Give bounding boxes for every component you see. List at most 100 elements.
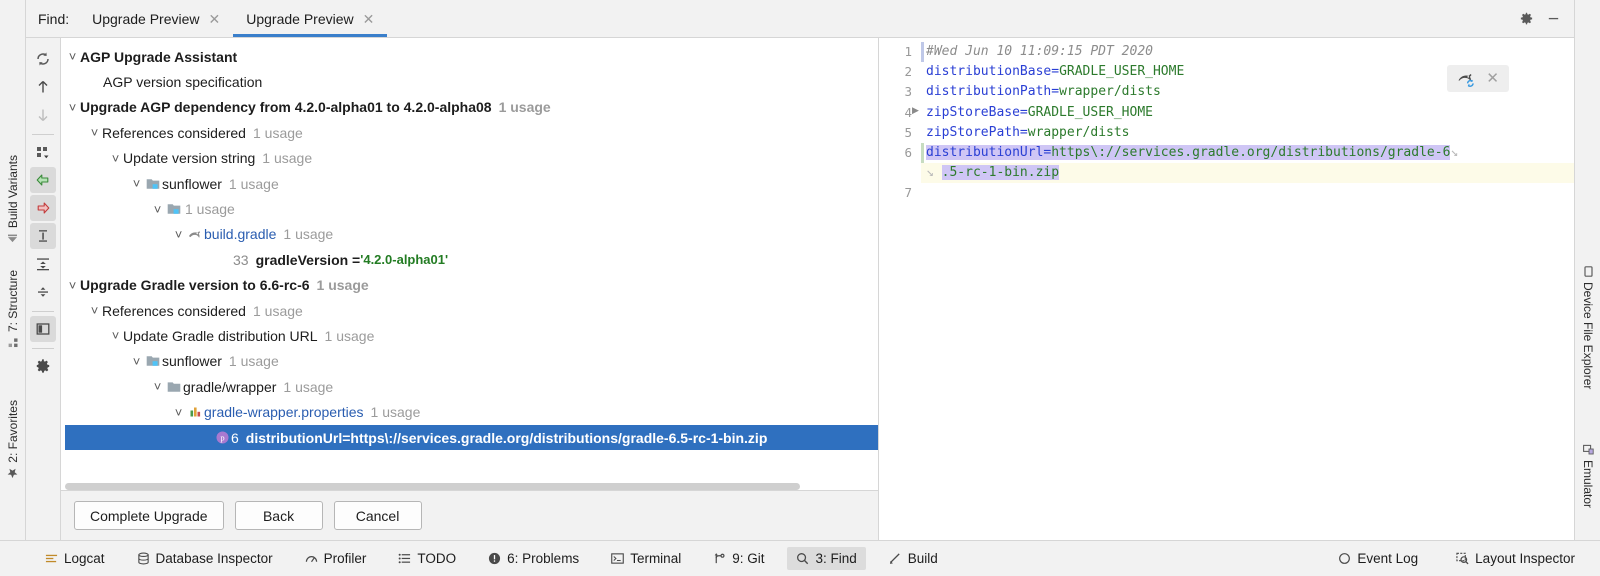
tree-row-references-considered-1[interactable]: ˅ References considered 1 usage [61,120,878,145]
close-icon[interactable]: ✕ [209,12,221,26]
tree-row-build-gradle[interactable]: ˅ build.gradle 1 usage [61,222,878,247]
tree-row-update-gradle-distribution-url[interactable]: ˅ Update Gradle distribution URL 1 usage [61,323,878,348]
preview-usages-icon[interactable] [30,316,56,342]
status-item-profiler[interactable]: Profiler [296,547,376,570]
chevron-down-icon[interactable]: ˅ [87,303,102,318]
chevron-down-icon[interactable]: ˅ [129,176,144,191]
chevron-down-icon[interactable]: ˅ [171,227,186,242]
usage-preview-editor[interactable]: 1 2 3 4 5 6 7 ▶ #Wed Jun 10 11:09:15 PDT… [880,38,1574,540]
usage-count: 1 usage [499,99,551,115]
expand-all-icon[interactable] [30,251,56,277]
sidebar-label: Device File Explorer [1581,282,1595,389]
sidebar-item-favorites[interactable]: 2: Favorites [0,400,26,483]
chevron-down-icon[interactable]: ˅ [65,100,80,115]
gear-icon[interactable] [1519,11,1534,26]
status-item-build[interactable]: Build [880,547,947,570]
tree-row-references-considered-2[interactable]: ˅ References considered 1 usage [61,298,878,323]
chevron-down-icon[interactable]: ˅ [129,354,144,369]
show-write-access-icon[interactable] [30,195,56,221]
status-item-problems[interactable]: 6: Problems [479,547,588,570]
back-button[interactable]: Back [235,501,323,530]
left-tool-stripe: Build Variants 7: Structure 2: Favorites [0,0,26,576]
rerun-search-icon[interactable] [30,46,56,72]
chevron-down-icon[interactable]: ˅ [171,405,186,420]
previous-occurrence-icon[interactable] [30,74,56,100]
status-item-logcat[interactable]: Logcat [36,547,114,570]
sidebar-item-device-file-explorer[interactable]: Device File Explorer [1575,262,1600,389]
tree-horizontal-scrollbar[interactable] [65,483,878,490]
code-line-7 [921,183,1574,203]
code-key: zipStorePath= [926,125,1028,140]
usage-count: 1 usage [229,176,279,192]
status-item-label: Event Log [1357,551,1418,566]
git-icon [713,552,726,565]
dialog-button-bar: Complete Upgrade Back Cancel [61,490,878,540]
code-line-6-wrap: ↘ .5-rc-1-bin.zip [921,163,1574,183]
code-value: wrapper/dists [1059,84,1161,99]
tree-row-label[interactable]: build.gradle [204,226,276,242]
line-number: 33 [233,252,249,268]
toolbar-divider [32,134,54,135]
tree-row-module-sunflower-1[interactable]: ˅ sunflower 1 usage [61,171,878,196]
tree-row-gradle-wrapper-properties[interactable]: ˅ gradle-wrapper.properties 1 usage [61,399,878,424]
tree-row-upgrade-gradle-version[interactable]: ˅ Upgrade Gradle version to 6.6-rc-6 1 u… [61,273,878,298]
sidebar-label: 2: Favorites [6,400,20,463]
tree-row-folder-gradle-wrapper[interactable]: ˅ gradle/wrapper 1 usage [61,374,878,399]
sidebar-label: 7: Structure [6,270,20,332]
tree-row-label[interactable]: gradle-wrapper.properties [204,404,364,420]
line-number: 7 [880,183,921,203]
cancel-button[interactable]: Cancel [334,501,422,530]
chevron-down-icon[interactable]: ˅ [150,379,165,394]
tree-row-upgrade-agp-dependency[interactable]: ˅ Upgrade AGP dependency from 4.2.0-alph… [61,95,878,120]
code-line-6: distributionUrl=https\://services.gradle… [921,143,1574,163]
tree-row-label: AGP version specification [103,74,262,90]
usages-tree[interactable]: ˅ AGP Upgrade Assistant AGP version spec… [61,38,878,482]
status-item-label: TODO [417,551,456,566]
status-item-event-log[interactable]: Event Log [1329,547,1427,570]
minimize-icon[interactable] [1546,11,1561,26]
module-icon [165,202,183,216]
show-usages-info-icon[interactable] [30,223,56,249]
usage-count: 1 usage [253,303,303,319]
status-item-layout-inspector[interactable]: Layout Inspector [1447,547,1584,570]
chevron-down-icon[interactable]: ˅ [65,49,80,64]
tree-row-update-version-string[interactable]: ˅ Update version string 1 usage [61,146,878,171]
tab-upgrade-preview-2[interactable]: Upgrade Preview ✕ [233,0,387,37]
chevron-down-icon[interactable]: ˅ [108,151,123,166]
status-item-find[interactable]: 3: Find [787,547,865,570]
gradle-sync-icon[interactable] [1457,71,1476,87]
group-by-icon[interactable] [30,139,56,165]
tab-upgrade-preview-1[interactable]: Upgrade Preview ✕ [79,0,233,37]
chevron-down-icon[interactable]: ˅ [65,278,80,293]
find-label: Find: [26,0,79,37]
wrap-indicator-icon: ↘ [1450,145,1458,160]
chevron-down-icon[interactable]: ˅ [150,202,165,217]
status-item-todo[interactable]: TODO [389,547,465,570]
usages-tree-pane: ˅ AGP Upgrade Assistant AGP version spec… [61,38,879,540]
settings-icon[interactable] [30,353,56,379]
collapse-all-icon[interactable] [30,279,56,305]
chevron-down-icon[interactable]: ˅ [87,125,102,140]
status-item-database-inspector[interactable]: Database Inspector [128,547,282,570]
tree-row-module-root[interactable]: ˅ 1 usage [61,196,878,221]
next-occurrence-icon[interactable] [30,102,56,128]
tree-row-module-sunflower-2[interactable]: ˅ sunflower 1 usage [61,349,878,374]
tree-row-usage-gradle-version[interactable]: 33 gradleVersion = '4.2.0-alpha01' [61,247,878,272]
tree-row-agp-upgrade-assistant[interactable]: ˅ AGP Upgrade Assistant [61,44,878,69]
fold-marker-icon[interactable]: ▶ [912,100,921,120]
status-item-git[interactable]: 9: Git [704,547,773,570]
editor-code-area[interactable]: #Wed Jun 10 11:09:15 PDT 2020 distributi… [921,38,1574,540]
chevron-down-icon[interactable]: ˅ [108,328,123,343]
sidebar-item-structure[interactable]: 7: Structure [0,270,26,352]
complete-upgrade-button[interactable]: Complete Upgrade [74,501,224,530]
tree-row-usage-distribution-url[interactable]: p 6 distributionUrl=https\://services.gr… [65,425,878,450]
close-icon[interactable]: ✕ [363,12,375,26]
status-item-terminal[interactable]: Terminal [602,547,690,570]
sidebar-item-build-variants[interactable]: Build Variants [0,155,26,248]
tree-row-agp-version-specification[interactable]: AGP version specification [61,69,878,94]
todo-icon [398,552,411,565]
sidebar-item-emulator[interactable]: Emulator [1575,440,1600,508]
close-icon[interactable]: ✕ [1486,71,1499,86]
status-item-label: Terminal [630,551,681,566]
show-read-access-icon[interactable] [30,167,56,193]
